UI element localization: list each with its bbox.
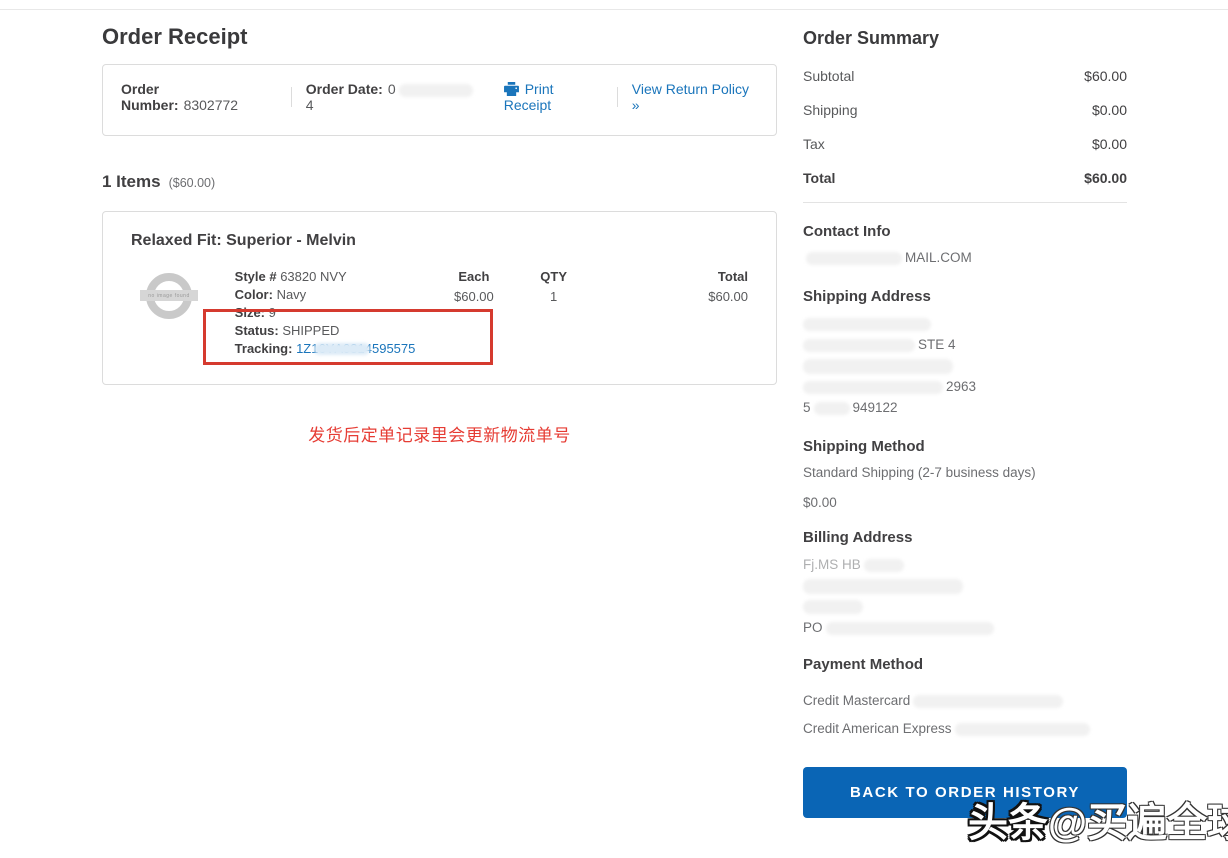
- items-heading: 1 Items ($60.00): [102, 172, 777, 192]
- total-column: Total $60.00: [603, 268, 748, 306]
- redaction-smudge: [803, 381, 943, 394]
- redaction-smudge: [803, 579, 963, 594]
- redaction-smudge: [955, 723, 1090, 736]
- main-layout: Order Receipt Order Number: 8302772 Order…: [0, 0, 1228, 818]
- redaction-smudge: [803, 359, 953, 374]
- back-to-order-history-button[interactable]: BACK TO ORDER HISTORY: [803, 767, 1127, 818]
- redaction-smudge: [803, 600, 863, 614]
- billing-address-block: Fj.MS HB PO: [803, 554, 1127, 638]
- address-line: [803, 575, 1127, 596]
- qty-value: 1: [504, 288, 604, 306]
- redaction-smudge: [864, 559, 904, 572]
- order-date-label: Order Date:: [306, 81, 383, 97]
- tracking-link[interactable]: 1Z16YA0314595575: [296, 341, 415, 356]
- page-title: Order Receipt: [102, 24, 777, 50]
- size-line: Size: 9: [235, 304, 444, 322]
- print-receipt-link[interactable]: Print Receipt: [504, 81, 603, 113]
- address-line: [803, 313, 1127, 334]
- product-image-placeholder: no image found: [146, 273, 192, 319]
- payment-card-2: Credit American Express: [803, 715, 1127, 743]
- qty-column: QTY 1: [504, 268, 604, 306]
- summary-row-shipping: Shipping $0.00: [803, 93, 1127, 127]
- billing-address-heading: Billing Address: [803, 529, 1127, 546]
- summary-row-total: Total $60.00: [803, 161, 1127, 203]
- shipping-method-value: Standard Shipping (2-7 business days): [803, 463, 1127, 483]
- address-phone: 5949122: [803, 397, 1127, 418]
- address-line: STE 4: [803, 334, 1127, 355]
- summary-row-tax: Tax $0.00: [803, 127, 1127, 161]
- receipt-column: Order Receipt Order Number: 8302772 Order…: [102, 22, 777, 818]
- color-line: Color: Navy: [235, 286, 444, 304]
- redaction-smudge: [399, 84, 473, 97]
- address-line: [803, 355, 1127, 376]
- qty-header: QTY: [504, 268, 604, 286]
- style-line: Style # 63820 NVY: [235, 268, 444, 286]
- each-value: $60.00: [444, 288, 504, 306]
- redaction-smudge: [826, 622, 994, 635]
- redaction-smudge: [803, 318, 931, 331]
- annotation-text: 发货后定单记录里会更新物流单号: [102, 421, 777, 446]
- total-header: Total: [603, 268, 748, 286]
- no-image-text: no image found: [140, 290, 198, 301]
- address-line: 2963: [803, 376, 1127, 397]
- product-row: no image found Style # 63820 NVY Color: …: [131, 268, 748, 358]
- shipping-method-cost: $0.00: [803, 493, 1127, 513]
- order-number-label: Order Number:: [121, 81, 179, 113]
- items-count: 1 Items: [102, 172, 161, 191]
- redaction-smudge: [314, 343, 370, 355]
- product-image-column: no image found: [131, 268, 235, 319]
- view-return-policy-link[interactable]: View Return Policy »: [632, 81, 758, 113]
- payment-method-heading: Payment Method: [803, 656, 1127, 673]
- shipping-address-heading: Shipping Address: [803, 288, 1127, 305]
- each-header: Each: [444, 268, 504, 286]
- items-total: ($60.00): [169, 176, 216, 190]
- address-line: PO: [803, 617, 1127, 638]
- contact-email: MAIL.COM: [803, 248, 1127, 268]
- order-summary-column: Order Summary Subtotal $60.00 Shipping $…: [803, 22, 1127, 818]
- status-line: Status: SHIPPED: [235, 322, 444, 340]
- order-number-value: 8302772: [184, 97, 239, 113]
- tracking-line: Tracking: 1Z16YA0314595575: [235, 340, 444, 358]
- address-line: [803, 596, 1127, 617]
- redaction-smudge: [803, 339, 915, 352]
- payment-card-1: Credit Mastercard: [803, 687, 1127, 715]
- divider: [617, 87, 618, 107]
- shipping-method-heading: Shipping Method: [803, 438, 1127, 455]
- product-details: Style # 63820 NVY Color: Navy Size: 9 St…: [235, 268, 444, 358]
- divider: [291, 87, 292, 107]
- summary-row-subtotal: Subtotal $60.00: [803, 59, 1127, 93]
- product-name: Relaxed Fit: Superior - Melvin: [131, 232, 748, 250]
- printer-icon: [504, 82, 519, 96]
- order-item-card: Relaxed Fit: Superior - Melvin no image …: [102, 211, 777, 385]
- address-line: Fj.MS HB: [803, 554, 1127, 575]
- redaction-smudge: [814, 402, 850, 415]
- redaction-smudge: [806, 252, 902, 265]
- total-value: $60.00: [603, 288, 748, 306]
- redaction-smudge: [913, 695, 1063, 708]
- order-number: Order Number: 8302772: [121, 81, 277, 113]
- contact-info-heading: Contact Info: [803, 223, 1127, 240]
- shipping-address-block: STE 4 2963 5949122: [803, 313, 1127, 418]
- order-date: Order Date:04: [306, 81, 480, 113]
- each-column: Each $60.00: [444, 268, 504, 306]
- order-summary-heading: Order Summary: [803, 28, 1127, 49]
- order-info-bar: Order Number: 8302772 Order Date:04 Print…: [102, 64, 777, 136]
- page-top-divider: [0, 9, 1228, 10]
